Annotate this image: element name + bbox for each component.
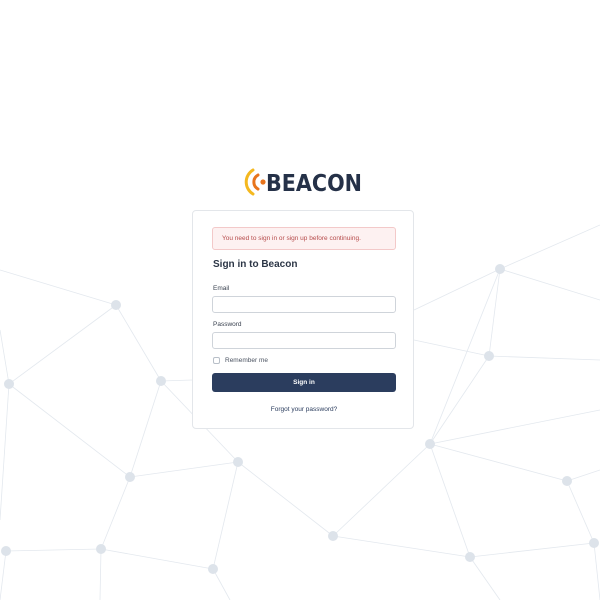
network-line — [429, 443, 568, 482]
email-label: Email — [213, 285, 230, 292]
network-line — [413, 268, 501, 311]
network-line — [100, 548, 214, 570]
brand-wordmark: BEACON — [266, 171, 362, 197]
network-node — [156, 376, 166, 386]
signal-dot-icon — [260, 179, 266, 185]
network-line — [566, 469, 600, 482]
page-title: Sign in to Beacon — [213, 259, 298, 270]
network-node — [125, 472, 135, 482]
signal-outer-wave-icon — [244, 168, 255, 196]
network-line — [593, 542, 600, 600]
network-line — [0, 269, 117, 306]
network-line — [129, 461, 239, 478]
sign-in-card: You need to sign in or sign up before co… — [192, 210, 414, 429]
network-node — [562, 476, 572, 486]
beacon-logo: BEACON — [244, 166, 366, 198]
network-line — [0, 383, 10, 521]
network-line — [237, 461, 334, 537]
network-node — [4, 379, 14, 389]
network-line — [100, 476, 131, 550]
remember-me-checkbox[interactable] — [213, 357, 220, 364]
network-node — [208, 564, 218, 574]
network-line — [429, 409, 600, 445]
network-line — [499, 224, 600, 270]
network-node — [1, 546, 11, 556]
network-line — [413, 339, 490, 357]
network-node — [96, 544, 106, 554]
network-line — [115, 304, 162, 382]
network-node — [425, 439, 435, 449]
alert-message: You need to sign in or sign up before co… — [212, 227, 396, 250]
network-line — [0, 550, 7, 600]
network-line — [499, 268, 600, 301]
password-label: Password — [213, 321, 242, 328]
network-line — [332, 443, 431, 537]
network-line — [488, 355, 600, 361]
password-field[interactable] — [212, 332, 396, 349]
network-line — [129, 380, 162, 478]
network-node — [484, 351, 494, 361]
network-node — [111, 300, 121, 310]
network-line — [212, 461, 239, 570]
network-line — [469, 542, 595, 558]
network-line — [8, 383, 131, 478]
network-node — [589, 538, 599, 548]
network-line — [212, 568, 231, 600]
remember-me-label[interactable]: Remember me — [225, 357, 268, 364]
network-line — [469, 556, 501, 600]
sign-in-button[interactable]: Sign in — [212, 373, 396, 392]
network-node — [328, 531, 338, 541]
network-node — [465, 552, 475, 562]
signal-inner-wave-icon — [252, 173, 260, 191]
network-line — [99, 548, 102, 600]
network-line — [566, 480, 595, 544]
network-line — [332, 535, 471, 558]
network-line — [5, 548, 102, 552]
network-line — [8, 304, 117, 385]
forgot-password-link[interactable]: Forgot your password? — [193, 406, 415, 413]
network-node — [233, 457, 243, 467]
network-line — [0, 329, 10, 385]
network-line — [429, 443, 471, 558]
email-field[interactable] — [212, 296, 396, 313]
network-node — [495, 264, 505, 274]
